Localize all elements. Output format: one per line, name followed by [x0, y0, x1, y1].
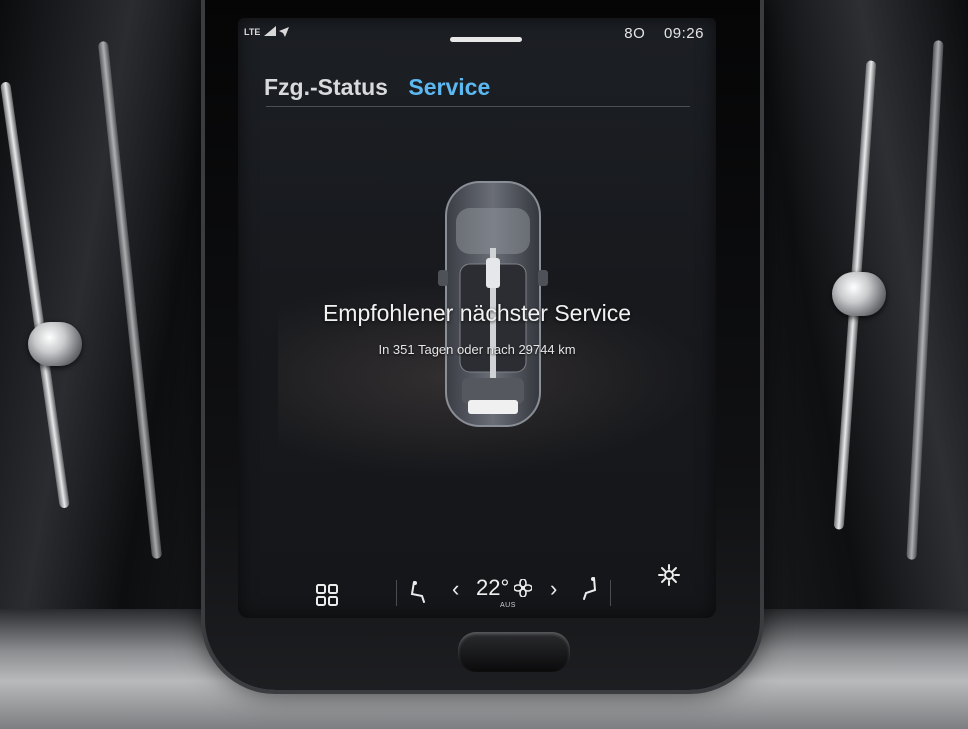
service-detail: In 351 Tagen oder nach 29744 km — [378, 342, 576, 357]
climate-separator — [610, 580, 611, 606]
outside-temperature: 8O — [624, 25, 646, 42]
cabin-temperature[interactable]: 22° — [476, 575, 509, 601]
temp-decrease-button[interactable]: ‹ — [452, 576, 459, 602]
fan-icon[interactable] — [514, 579, 532, 597]
seat-heating-right-icon[interactable] — [580, 576, 600, 602]
seat-heating-left-icon[interactable] — [408, 580, 428, 604]
navigation-arrow-icon — [279, 27, 289, 37]
fan-status: AUS — [500, 602, 516, 609]
temp-increase-button[interactable]: › — [550, 576, 557, 602]
infotainment-screen: LTE 8O 09:26 Fzg.-Status Service Empfohl… — [238, 18, 716, 618]
tab-vehicle-status[interactable]: Fzg.-Status — [264, 74, 388, 100]
left-vent-knob[interactable] — [28, 322, 82, 366]
network-label: LTE — [244, 27, 261, 37]
tab-service[interactable]: Service — [408, 74, 490, 100]
status-bar: LTE 8O 09:26 — [238, 18, 716, 48]
signal-icon — [264, 26, 276, 36]
top-pulldown-handle[interactable] — [450, 37, 522, 42]
gear-icon[interactable] — [658, 564, 680, 586]
service-title: Empfohlener nächster Service — [322, 300, 632, 326]
clock: 09:26 — [663, 25, 704, 42]
right-vent-knob[interactable] — [832, 272, 886, 316]
home-button[interactable] — [458, 632, 570, 672]
tab-bar: Fzg.-Status Service — [264, 74, 506, 101]
climate-bar: ‹ 22° AUS › — [238, 556, 716, 618]
tab-divider — [266, 106, 690, 107]
app-grid-icon[interactable] — [316, 584, 338, 606]
climate-separator — [396, 580, 397, 606]
